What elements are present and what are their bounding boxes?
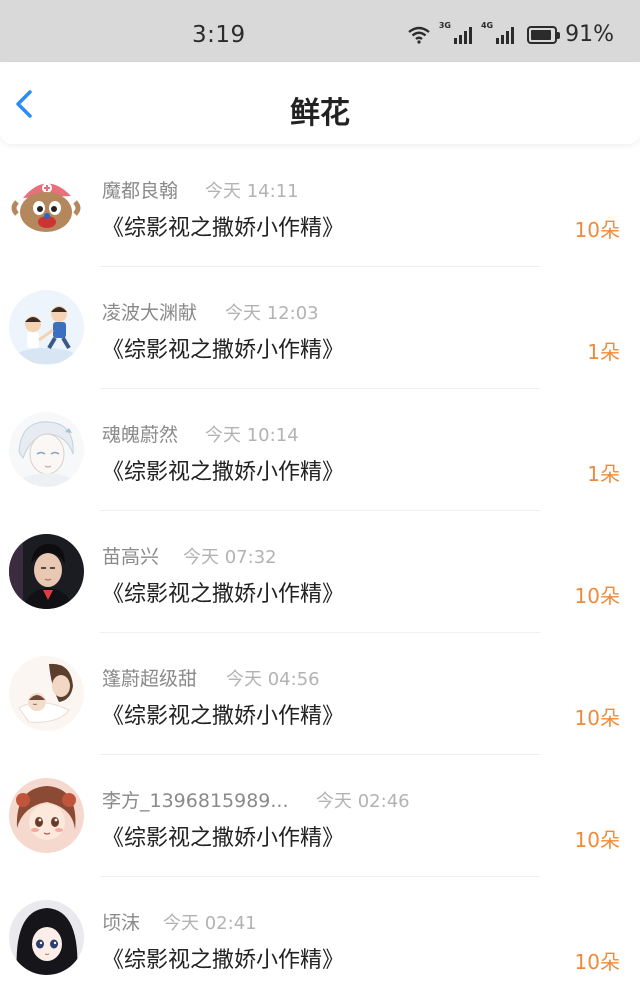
avatar[interactable] [9, 290, 84, 365]
signal-icon [453, 26, 473, 44]
flower-count: 10朵 [574, 706, 620, 730]
username[interactable]: 李方_1396815989... [102, 786, 289, 813]
book-title: 《综影视之撒娇小作精》 [102, 216, 345, 241]
timestamp: 今天 02:41 [163, 913, 257, 934]
username[interactable]: 凌波大渊献 [102, 298, 197, 325]
username[interactable]: 魔都良翰 [102, 176, 178, 203]
flower-count: 1朵 [587, 340, 620, 364]
book-title: 《综影视之撒娇小作精》 [102, 338, 345, 363]
status-bar: 3:19 3G 4G 91% [0, 0, 640, 62]
username[interactable]: 篷蔚超级甜 [102, 664, 197, 691]
flower-count: 1朵 [587, 462, 620, 486]
book-title: 《综影视之撒娇小作精》 [102, 826, 345, 851]
book-title: 《综影视之撒娇小作精》 [102, 948, 345, 973]
page-title: 鲜花 [290, 96, 350, 131]
username[interactable]: 顷沫 [102, 908, 140, 935]
avatar[interactable] [9, 168, 84, 243]
username[interactable]: 魂魄蔚然 [102, 420, 178, 447]
book-title: 《综影视之撒娇小作精》 [102, 582, 345, 607]
network-label-2: 4G [480, 21, 494, 30]
flower-count: 10朵 [574, 828, 620, 852]
username[interactable]: 苗高兴 [102, 542, 159, 569]
list-item[interactable]: 篷蔚超级甜 今天 04:56 《综影视之撒娇小作精》 10朵 [0, 632, 640, 755]
header: 鲜花 [0, 62, 640, 144]
list-item[interactable]: 顷沫 今天 02:41 《综影视之撒娇小作精》 10朵 [0, 876, 640, 998]
list-item[interactable]: 苗高兴 今天 07:32 《综影视之撒娇小作精》 10朵 [0, 510, 640, 633]
avatar[interactable] [9, 412, 84, 487]
timestamp: 今天 14:11 [205, 181, 299, 202]
book-title: 《综影视之撒娇小作精》 [102, 704, 345, 729]
avatar[interactable] [9, 778, 84, 853]
timestamp: 今天 07:32 [183, 547, 277, 568]
timestamp: 今天 12:03 [225, 303, 319, 324]
timestamp: 今天 04:56 [226, 669, 320, 690]
avatar[interactable] [9, 900, 84, 975]
battery-icon [527, 25, 561, 44]
avatar[interactable] [9, 656, 84, 731]
list-item[interactable]: 魔都良翰 今天 14:11 《综影视之撒娇小作精》 10朵 [0, 144, 640, 267]
flower-record-list: 魔都良翰 今天 14:11 《综影视之撒娇小作精》 10朵 凌波大渊献 今天 12:03 《… [0, 144, 640, 998]
timestamp: 今天 02:46 [316, 791, 410, 812]
signal-icon [495, 26, 515, 44]
wifi-icon [407, 26, 431, 44]
battery-percent: 91% [565, 22, 614, 47]
avatar[interactable] [9, 534, 84, 609]
status-time: 3:19 [192, 22, 246, 48]
flower-count: 10朵 [574, 218, 620, 242]
list-item[interactable]: 凌波大渊献 今天 12:03 《综影视之撒娇小作精》 1朵 [0, 266, 640, 389]
flower-count: 10朵 [574, 584, 620, 608]
status-icons: 3G 4G 91% [407, 21, 614, 47]
battery-fill [531, 29, 552, 40]
book-title: 《综影视之撒娇小作精》 [102, 460, 345, 485]
flower-count: 10朵 [574, 950, 620, 974]
list-item[interactable]: 李方_1396815989... 今天 02:46 《综影视之撒娇小作精》 10朵 [0, 754, 640, 877]
network-label-1: 3G [438, 21, 451, 30]
timestamp: 今天 10:14 [205, 425, 299, 446]
list-item[interactable]: 魂魄蔚然 今天 10:14 《综影视之撒娇小作精》 1朵 [0, 388, 640, 511]
